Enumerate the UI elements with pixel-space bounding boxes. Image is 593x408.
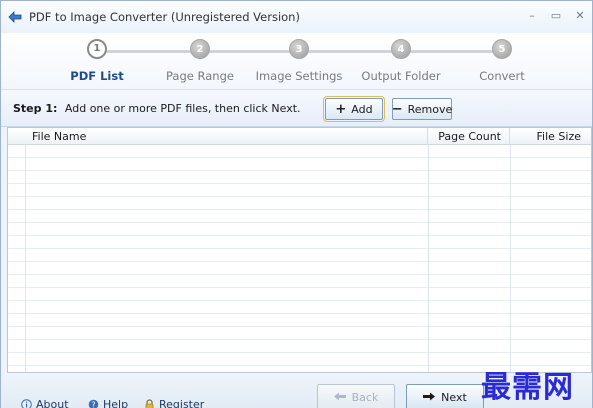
file-list[interactable]: File Name Page Count File Size [7, 127, 592, 373]
step-label: PDF List [70, 69, 124, 83]
instruction-text: Step 1: Add one or more PDF files, then … [13, 102, 301, 115]
about-label: About [36, 398, 69, 408]
step-number: 2 [190, 39, 210, 59]
remove-button[interactable]: − Remove [392, 98, 452, 120]
column-page-count[interactable]: Page Count [428, 128, 510, 145]
wizard-steps: 1 PDF List 2 Page Range 3 Image Settings… [1, 33, 592, 89]
app-window: PDF to Image Converter (Unregistered Ver… [0, 0, 593, 408]
arrow-right-icon [423, 391, 436, 404]
file-list-header: File Name Page Count File Size [8, 128, 591, 145]
step-image-settings: 3 Image Settings [244, 39, 354, 83]
instruction-message: Add one or more PDF files, then click Ne… [64, 102, 301, 115]
step-number: 5 [492, 39, 512, 59]
about-link[interactable]: About [21, 398, 69, 408]
next-button[interactable]: Next [406, 384, 484, 408]
step-output-folder: 4 Output Folder [346, 39, 456, 83]
minus-icon: − [391, 101, 403, 117]
step-pdf-list: 1 PDF List [42, 39, 152, 83]
maximize-button[interactable]: ▭ [550, 9, 562, 23]
step-page-range: 2 Page Range [145, 39, 255, 83]
title-bar[interactable]: PDF to Image Converter (Unregistered Ver… [1, 1, 592, 33]
step-label: Image Settings [255, 69, 343, 83]
window-title: PDF to Image Converter (Unregistered Ver… [29, 10, 300, 24]
close-button[interactable]: ✕ [574, 9, 586, 23]
add-button-label: Add [351, 102, 373, 116]
add-button[interactable]: + Add [323, 96, 385, 122]
step-convert: 5 Convert [447, 39, 557, 83]
help-link[interactable]: ? Help [88, 398, 128, 408]
help-icon: ? [88, 399, 99, 408]
column-file-name[interactable]: File Name [8, 128, 428, 145]
step-indicator: Step 1: [13, 102, 58, 115]
step-number: 1 [87, 39, 107, 59]
next-label: Next [441, 390, 467, 404]
lock-icon [144, 399, 155, 408]
remove-button-label: Remove [407, 102, 453, 116]
help-label: Help [103, 398, 129, 408]
instruction-bar: Step 1: Add one or more PDF files, then … [1, 89, 592, 127]
step-label: Output Folder [361, 69, 441, 83]
watermark-text: 最需网 [481, 370, 574, 405]
step-number: 4 [391, 39, 411, 59]
step-number: 3 [289, 39, 309, 59]
column-file-size[interactable]: File Size [510, 128, 591, 145]
app-logo-icon [7, 9, 23, 25]
register-link[interactable]: Register [144, 398, 204, 408]
minimize-button[interactable]: – [526, 9, 538, 23]
plus-icon: + [335, 101, 347, 117]
info-icon [21, 399, 32, 408]
step-label: Convert [479, 69, 525, 83]
file-list-body[interactable] [8, 145, 591, 372]
register-label: Register [159, 398, 205, 408]
back-button[interactable]: Back [317, 384, 395, 408]
arrow-left-icon [333, 391, 346, 404]
svg-text:?: ? [91, 400, 95, 408]
back-label: Back [351, 390, 379, 404]
window-controls: – ▭ ✕ [526, 9, 586, 23]
step-label: Page Range [166, 69, 234, 83]
